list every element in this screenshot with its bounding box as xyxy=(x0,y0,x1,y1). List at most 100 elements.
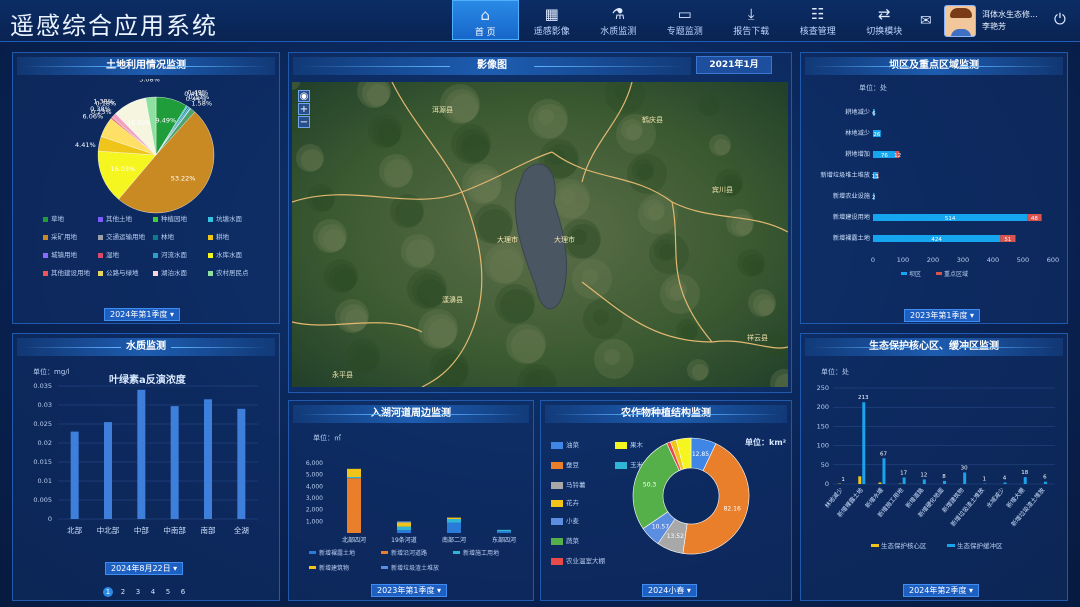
land-legend-item[interactable]: 其他土地 xyxy=(98,213,132,223)
legend-swatch xyxy=(43,234,48,240)
terrain-patch xyxy=(307,184,335,212)
eco-y-tick: 200 xyxy=(817,403,829,411)
dam-value: 76 xyxy=(881,153,888,159)
terrain-patch xyxy=(379,154,413,188)
nav-item-1[interactable]: ▦ 遥感影像 xyxy=(519,0,586,40)
river-y-tick: 4,000 xyxy=(306,483,323,490)
user-org: 洱体水生态修... xyxy=(982,10,1038,19)
nav-label: 遥感影像 xyxy=(533,27,570,37)
page-button-3[interactable]: 3 xyxy=(133,587,143,597)
map-canvas[interactable]: 洱源县鹤庆县大理市 宾川县大理市漾濞县永平县 祥云县 xyxy=(292,82,788,387)
land-use-period-select[interactable]: 2024年第1季度 ▾ xyxy=(104,308,181,321)
eco-value: 30 xyxy=(961,465,968,471)
terrain-patch xyxy=(621,119,643,141)
zoom-in-button[interactable]: + xyxy=(298,103,310,115)
nav-item-6[interactable]: ⇄ 切换模块 xyxy=(851,0,918,40)
river-bar xyxy=(447,517,461,519)
page-button-5[interactable]: 5 xyxy=(163,587,173,597)
map-place-label: 鹤庆县 xyxy=(642,115,663,124)
dam-category: 新增垃圾堆土堆放 xyxy=(821,171,871,179)
land-legend-item[interactable]: 农村居民点 xyxy=(208,267,249,277)
map-layer-icon[interactable]: ◉ xyxy=(298,90,310,102)
eco-legend-label: 生态保护缓冲区 xyxy=(957,541,1003,550)
crop-period-select[interactable]: 2024小春 ▾ xyxy=(642,584,697,597)
legend-label: 湿地 xyxy=(106,251,119,259)
page-button-4[interactable]: 4 xyxy=(148,587,158,597)
water-x-label: 中部 xyxy=(134,525,149,535)
water-quality-title: 水质监测 xyxy=(17,338,275,356)
river-bar xyxy=(347,477,361,479)
nav-icon: ⌂ xyxy=(480,6,491,24)
legend-label: 其他建设用地 xyxy=(51,269,90,277)
dam-period-select[interactable]: 2023年第1季度 ▾ xyxy=(904,309,981,322)
land-legend-item[interactable]: 采矿用地 xyxy=(43,231,77,241)
water-pager: 123456 xyxy=(103,579,193,598)
water-date-select[interactable]: 2024年8月22日 ▾ xyxy=(105,562,184,575)
nav-item-4[interactable]: ⤓ 报告下载 xyxy=(718,0,785,40)
crop-slice-label: 50.3 xyxy=(643,482,657,489)
terrain-patch xyxy=(560,189,576,205)
eco-x-label: 水域减少 xyxy=(985,486,1007,510)
eco-bar xyxy=(922,479,926,484)
nav-item-0[interactable]: ⌂ 首 页 xyxy=(452,0,519,40)
land-legend-item[interactable]: 公路与绿地 xyxy=(98,267,139,277)
eco-x-label: 新增大棚 xyxy=(1005,486,1027,510)
satellite-map[interactable]: 洱源县 鹤庆县 大理市 宾川县 大理市 漾濞县 永平县 祥云县 xyxy=(292,82,788,387)
nav-item-3[interactable]: ▭ 专题监测 xyxy=(652,0,719,40)
nav-label: 报告下载 xyxy=(733,27,770,37)
river-y-tick: 3,000 xyxy=(306,495,323,502)
legend-label: 城镇用地 xyxy=(51,251,77,259)
page-button-1[interactable]: 1 xyxy=(103,587,113,597)
image-date[interactable]: 2021年1月 xyxy=(696,56,772,74)
legend-swatch xyxy=(98,234,103,240)
eco-legend-label: 生态保护核心区 xyxy=(881,541,927,550)
nav-icon: ⤓ xyxy=(747,5,755,23)
dam-value: 6 xyxy=(872,111,876,117)
eco-bar xyxy=(902,477,906,484)
legend-label: 采矿用地 xyxy=(51,233,77,241)
water-bar xyxy=(204,399,212,519)
land-legend-item[interactable]: 耕地 xyxy=(208,231,229,241)
nav-item-5[interactable]: ☷ 核查管理 xyxy=(785,0,852,40)
legend-swatch xyxy=(43,270,48,276)
land-legend-item[interactable]: 坑塘水面 xyxy=(208,213,242,223)
river-bar-chart: 1,000 2,000 3,000 4,000 5,000 6,000 北部四河 19条河道 南… xyxy=(306,460,516,572)
user-area: ✉ 洱体水生态修... 李艳芳 ⏻ xyxy=(920,5,1080,39)
terrain-patch xyxy=(643,199,665,221)
mail-icon[interactable]: ✉ xyxy=(920,13,932,29)
river-bar xyxy=(397,521,411,523)
land-legend-item[interactable]: 种植园地 xyxy=(153,213,187,223)
avatar[interactable] xyxy=(944,5,976,37)
eco-period-select[interactable]: 2024年第2季度 ▾ xyxy=(903,584,980,597)
land-legend-item[interactable]: 湖泊水面 xyxy=(153,267,187,277)
land-legend-item[interactable]: 交通运输用地 xyxy=(98,231,145,241)
water-y-tick: 0.03 xyxy=(38,401,52,409)
land-legend-item[interactable]: 水库水面 xyxy=(208,249,242,259)
legend-swatch xyxy=(98,270,103,276)
terrain-patch xyxy=(687,359,709,381)
terrain-patch xyxy=(296,144,324,172)
eco-legend-swatch xyxy=(871,544,879,547)
land-legend-item[interactable]: 其他建设用地 xyxy=(43,267,90,277)
nav-item-2[interactable]: ⚗ 水质监测 xyxy=(585,0,652,40)
land-legend-item[interactable]: 城镇用地 xyxy=(43,249,77,259)
eco-x-label: 林地减少 xyxy=(823,486,845,510)
nav-icon: ▭ xyxy=(677,5,692,23)
river-period-select[interactable]: 2023年第1季度 ▾ xyxy=(371,584,448,597)
water-y-tick: 0 xyxy=(48,515,52,523)
river-x-label: 北部四河 xyxy=(342,536,366,544)
eco-value: 67 xyxy=(880,451,887,457)
water-x-label: 全湖 xyxy=(234,525,249,535)
land-legend-item[interactable]: 河流水面 xyxy=(153,249,187,259)
land-pie-label: 4.41% xyxy=(75,141,96,149)
page-button-2[interactable]: 2 xyxy=(118,587,128,597)
power-icon[interactable]: ⏻ xyxy=(1054,10,1066,28)
zoom-out-button[interactable]: − xyxy=(298,116,310,128)
land-legend-item[interactable]: 湿地 xyxy=(98,249,119,259)
dam-x-tick: 0 xyxy=(871,256,875,264)
page-button-6[interactable]: 6 xyxy=(178,587,188,597)
land-legend-item[interactable]: 草地 xyxy=(43,213,64,223)
river-x-label: 东部四河 xyxy=(492,536,516,544)
land-legend-item[interactable]: 林地 xyxy=(153,231,174,241)
terrain-patch xyxy=(676,319,698,341)
